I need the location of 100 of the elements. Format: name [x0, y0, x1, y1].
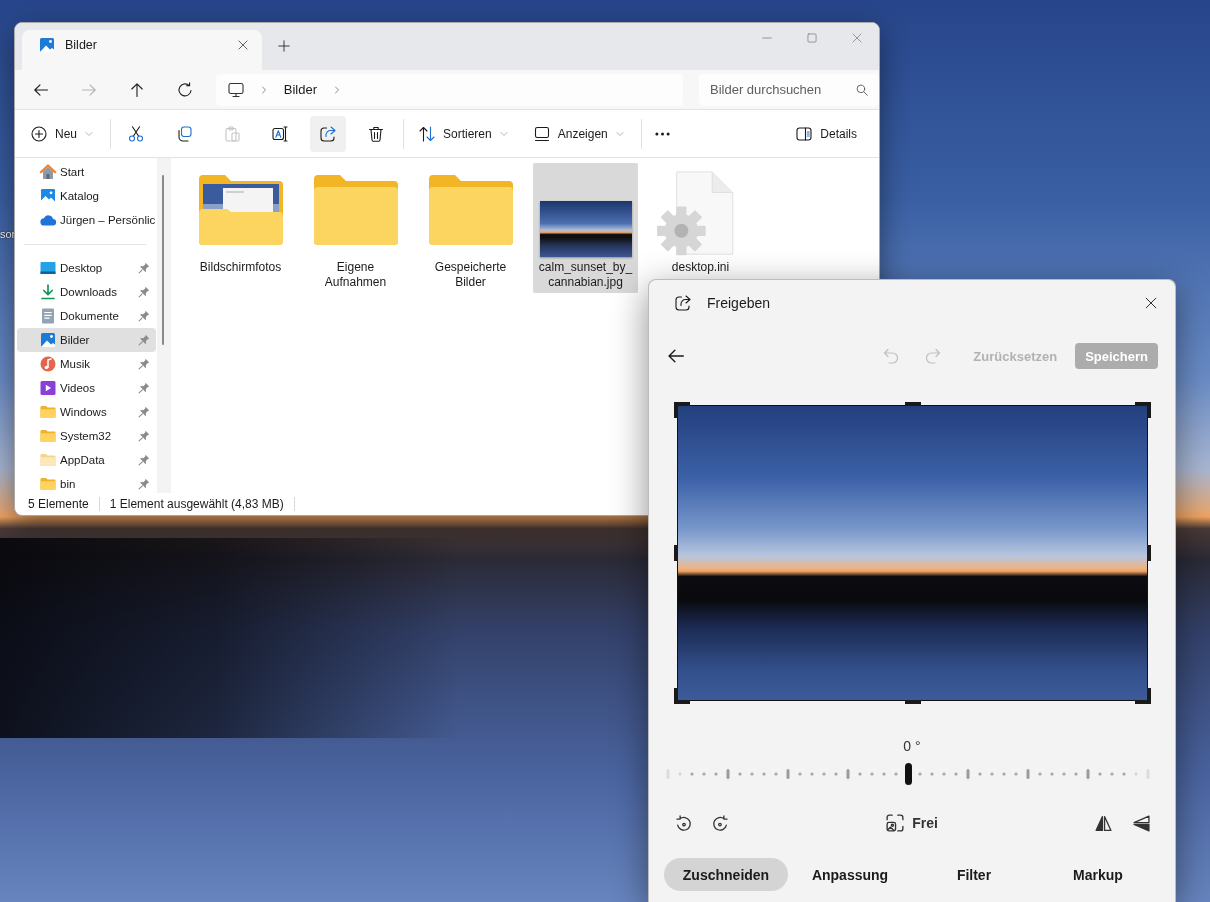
- view-icon: [533, 125, 550, 142]
- sidebar-item[interactable]: Musik: [17, 352, 156, 376]
- file-item[interactable]: Eigene Aufnahmen: [303, 163, 408, 293]
- folder-icon: [313, 175, 398, 245]
- sidebar-item[interactable]: Katalog: [17, 184, 156, 208]
- pin-icon[interactable]: [138, 478, 150, 490]
- house-icon: [40, 164, 56, 180]
- monitor-icon: [227, 81, 244, 98]
- clipboard-icon: [224, 125, 240, 142]
- share-icon: [320, 125, 336, 142]
- caret-icon: [85, 129, 93, 138]
- aspect-ratio-button[interactable]: Frei: [880, 807, 944, 839]
- pin-icon[interactable]: [138, 358, 150, 370]
- more-icon: [655, 131, 671, 136]
- arrow-left-icon: [667, 347, 685, 365]
- view-button[interactable]: Anzeigen: [525, 115, 632, 152]
- sidebar-item[interactable]: Windows: [17, 400, 156, 424]
- sidebar-item[interactable]: Start: [17, 160, 156, 184]
- pin-icon[interactable]: [138, 406, 150, 418]
- undo-icon: [883, 348, 900, 364]
- plus-icon: [278, 40, 290, 52]
- address-bar[interactable]: Bilder: [215, 73, 683, 106]
- pin-icon[interactable]: [138, 454, 150, 466]
- folder-icon: [40, 428, 56, 444]
- picture-icon: [39, 37, 55, 53]
- search-field[interactable]: Bilder durchsuchen: [699, 73, 879, 106]
- crop-handle[interactable]: [1135, 688, 1151, 704]
- caret-icon: [615, 129, 624, 138]
- sidebar-item[interactable]: Videos: [17, 376, 156, 400]
- sidebar-item[interactable]: bin: [17, 472, 156, 493]
- desktop-icon-label: sor: [0, 227, 16, 241]
- sidebar-item[interactable]: Downloads: [17, 280, 156, 304]
- sidebar-item[interactable]: Dokumente: [17, 304, 156, 328]
- crop-handle[interactable]: [674, 545, 678, 561]
- close-tab-icon[interactable]: [238, 40, 248, 50]
- chevron-icon: [333, 85, 341, 94]
- plus-circle-icon: [31, 125, 47, 142]
- slider-thumb[interactable]: [904, 763, 912, 785]
- sidebar-item[interactable]: Bilder: [17, 328, 156, 352]
- pin-icon[interactable]: [138, 262, 150, 274]
- search-icon: [856, 83, 868, 96]
- crop-handle[interactable]: [1147, 545, 1151, 561]
- pin-icon[interactable]: [138, 382, 150, 394]
- dialog-title: Freigeben: [707, 295, 772, 311]
- scissors-icon: [128, 125, 144, 142]
- chevron-icon: [259, 85, 268, 94]
- picture-icon: [40, 332, 56, 348]
- pin-icon[interactable]: [138, 286, 150, 298]
- rotation-slider[interactable]: [663, 763, 1153, 785]
- download-arrow-icon: [40, 284, 56, 300]
- crop-handle[interactable]: [674, 688, 690, 704]
- trash-icon: [368, 125, 384, 142]
- window-tab[interactable]: Bilder: [22, 30, 262, 70]
- arrow-up-icon: [128, 81, 145, 98]
- crop-handle[interactable]: [674, 402, 690, 418]
- pin-icon[interactable]: [138, 430, 150, 442]
- screen-icon: [40, 260, 56, 276]
- details-button[interactable]: Details: [788, 115, 865, 152]
- editor-tab[interactable]: Filter: [912, 858, 1036, 891]
- editor-tab[interactable]: Markup: [1036, 858, 1160, 891]
- crop-handle[interactable]: [1135, 402, 1151, 418]
- rotation-reading: 0 °: [903, 737, 921, 755]
- document-icon: [40, 308, 56, 324]
- video-icon: [40, 380, 56, 396]
- file-item[interactable]: Gespeicherte Bilder: [418, 163, 523, 293]
- cloud-icon: [40, 212, 56, 228]
- selection-info: 1 Element ausgewählt (4,83 MB): [109, 497, 295, 511]
- sidebar-item[interactable]: System32: [17, 424, 156, 448]
- editor-tab[interactable]: Zuschneiden: [664, 858, 788, 891]
- file-item[interactable]: calm_sunset_by_cannabian.jpg: [533, 163, 638, 293]
- folder-icon: [198, 175, 283, 245]
- breadcrumb-item[interactable]: Bilder: [283, 82, 317, 97]
- file-item[interactable]: Bildschirmfotos: [188, 163, 293, 293]
- redo-icon: [925, 348, 942, 364]
- sort-arrows-icon: [419, 125, 435, 142]
- pin-icon[interactable]: [138, 334, 150, 346]
- crop-handle[interactable]: [904, 700, 921, 704]
- share-button[interactable]: [310, 115, 346, 152]
- close-icon: [851, 32, 862, 43]
- rotate-right-icon: [711, 814, 729, 832]
- crop-handle[interactable]: [904, 402, 921, 406]
- sidebar-item[interactable]: Jürgen – Persönlic: [17, 208, 156, 232]
- maximize-icon: [806, 32, 817, 43]
- sidebar-item[interactable]: AppData: [17, 448, 156, 472]
- share-icon: [675, 295, 691, 311]
- close-icon: [1145, 297, 1157, 309]
- folder-icon: [40, 476, 56, 492]
- sort-button[interactable]: Sortieren: [411, 115, 516, 152]
- editor-tab[interactable]: Anpassung: [788, 858, 912, 891]
- details-pane-icon: [796, 125, 813, 142]
- scrollbar-thumb[interactable]: [162, 175, 164, 345]
- folder-icon: [40, 452, 56, 468]
- pin-icon[interactable]: [138, 310, 150, 322]
- folder-icon: [428, 175, 513, 245]
- folder-icon: [40, 404, 56, 420]
- flip-vertical-icon: [1132, 814, 1150, 832]
- rotate-left-icon: [674, 814, 692, 832]
- arrow-left-icon: [32, 81, 49, 98]
- sidebar-item[interactable]: Desktop: [17, 256, 156, 280]
- new-button[interactable]: Neu: [23, 115, 101, 152]
